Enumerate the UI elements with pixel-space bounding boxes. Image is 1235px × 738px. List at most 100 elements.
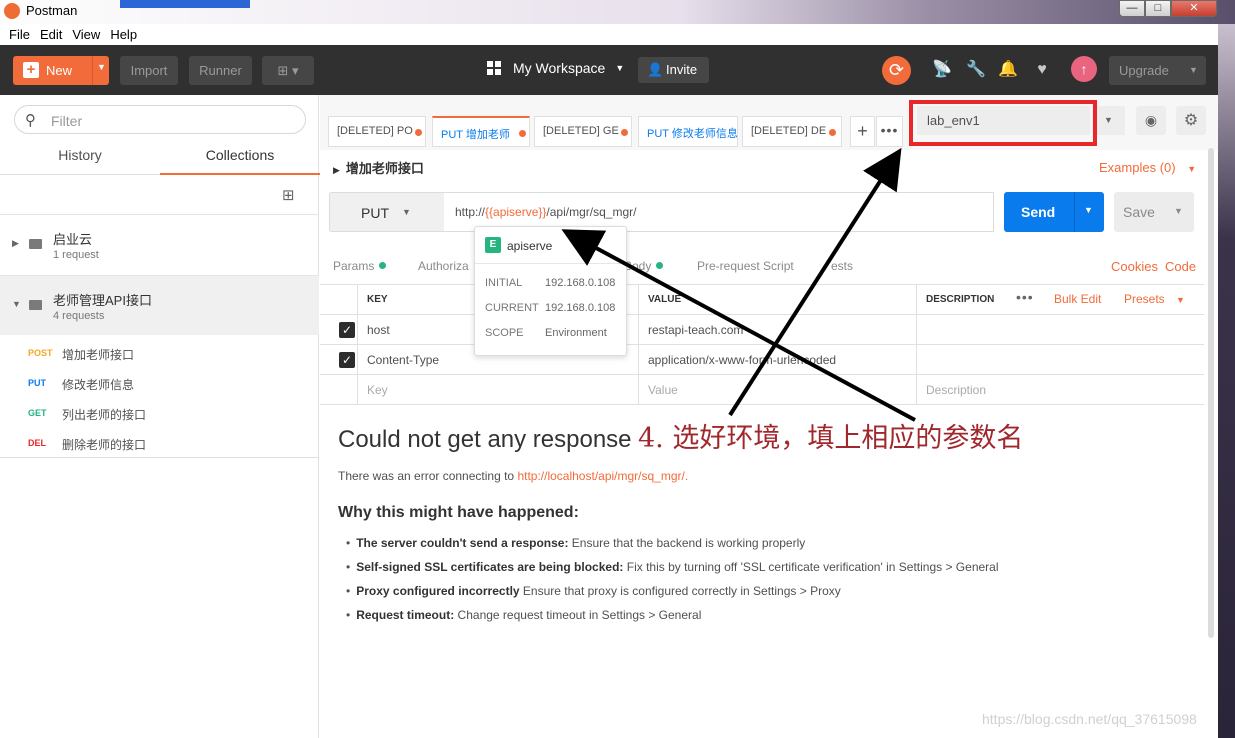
app-header: + New ▼ Import Runner ⊞ ▾ My Workspace ▼…: [0, 45, 1218, 95]
unsaved-dot-icon: [519, 130, 526, 137]
tab-pre-request-script[interactable]: Pre-request Script: [697, 259, 794, 273]
new-button[interactable]: + New ▼: [13, 56, 109, 85]
minimize-button[interactable]: —: [1119, 0, 1145, 17]
menu-file[interactable]: File: [9, 27, 30, 42]
request-tab[interactable]: PUT 修改老师信息: [638, 116, 738, 147]
request-tab-label: PUT 修改老师信息: [647, 128, 738, 140]
checkbox[interactable]: ✓: [339, 322, 355, 338]
chevron-down-icon[interactable]: ▼: [1174, 206, 1183, 216]
sync-icon[interactable]: ⟳: [882, 56, 911, 85]
new-value-input[interactable]: Value: [639, 375, 917, 405]
chevron-down-icon: ▼: [1189, 65, 1198, 75]
scrollbar[interactable]: [1208, 148, 1214, 638]
new-description-input[interactable]: Description: [917, 375, 1204, 405]
send-button[interactable]: Send ▼: [1004, 192, 1104, 232]
request-tab-label: [DELETED] DE: [751, 125, 827, 137]
new-collection-icon[interactable]: ⊞: [282, 186, 295, 204]
error-url-link[interactable]: http://localhost/api/mgr/sq_mgr/.: [517, 469, 688, 483]
folder-icon: [29, 239, 42, 249]
tab-history[interactable]: History: [0, 147, 160, 175]
new-key-input[interactable]: Key: [358, 375, 639, 405]
request-title[interactable]: ▶ 增加老师接口: [333, 158, 424, 177]
add-tab-button[interactable]: +: [850, 116, 875, 147]
postman-logo-icon: [4, 3, 20, 19]
import-button[interactable]: Import: [120, 56, 178, 85]
url-variable: {{apiserve}}: [485, 205, 547, 219]
tooltip-label: CURRENT: [485, 302, 539, 314]
request-item[interactable]: POST 增加老师接口: [0, 338, 319, 368]
method-dropdown[interactable]: PUT ▼: [329, 192, 445, 232]
workspace-label: My Workspace: [513, 60, 606, 76]
request-subtabs: Params Authoriza Body Pre-request Script…: [320, 250, 1210, 282]
request-tab[interactable]: [DELETED] DE: [742, 116, 842, 147]
chevron-down-icon[interactable]: ▼: [97, 62, 106, 72]
request-tab[interactable]: [DELETED] PO: [328, 116, 426, 147]
menu-edit[interactable]: Edit: [40, 27, 62, 42]
window-title: Postman: [26, 3, 78, 18]
request-name: 列出老师的接口: [62, 408, 147, 422]
menu-view[interactable]: View: [72, 27, 100, 42]
environment-badge-icon: E: [485, 237, 501, 253]
collection-item[interactable]: ▶ 启业云 1 request: [0, 214, 319, 274]
chevron-right-icon[interactable]: ▶: [12, 238, 19, 249]
plus-icon: +: [23, 62, 39, 78]
checkbox[interactable]: ✓: [339, 352, 355, 368]
bell-icon[interactable]: 🔔: [998, 60, 1018, 80]
chevron-down-icon: ▼: [1187, 164, 1197, 174]
tab-collections[interactable]: Collections: [160, 147, 320, 175]
request-item[interactable]: GET 列出老师的接口: [0, 398, 319, 428]
request-method: PUT: [28, 378, 46, 388]
runner-button[interactable]: Runner: [189, 56, 252, 85]
collection-item[interactable]: ▼ 老师管理API接口 4 requests: [0, 275, 319, 335]
background-window-strip: [120, 0, 250, 8]
new-button-label: New: [46, 63, 73, 78]
code-link[interactable]: Code: [1165, 259, 1196, 274]
request-item[interactable]: DEL 删除老师的接口: [0, 428, 319, 458]
save-label: Save: [1123, 204, 1155, 220]
param-value[interactable]: restapi-teach.com: [639, 315, 917, 345]
more-tabs-icon[interactable]: •••: [876, 116, 903, 147]
param-description[interactable]: [917, 345, 1204, 375]
request-name: 修改老师信息: [62, 378, 135, 392]
gear-icon[interactable]: ⚙: [1176, 106, 1206, 135]
chevron-down-icon: ▼: [1176, 295, 1185, 305]
tab-body[interactable]: Body: [624, 259, 664, 273]
wrench-icon[interactable]: 🔧: [966, 60, 986, 80]
save-button[interactable]: Save ▼: [1114, 192, 1194, 232]
invite-button[interactable]: 👤 Invite: [638, 57, 709, 83]
filter-input[interactable]: ⚲ Filter: [14, 105, 306, 134]
tab-params[interactable]: Params: [333, 259, 387, 273]
maximize-button[interactable]: □: [1145, 0, 1171, 17]
chevron-down-icon[interactable]: ▼: [12, 299, 21, 309]
param-value[interactable]: application/x-www-form-urlencoded: [639, 345, 917, 375]
cookies-link[interactable]: Cookies: [1111, 259, 1158, 274]
avatar[interactable]: ↑: [1071, 56, 1097, 82]
more-options-icon[interactable]: •••: [1016, 289, 1034, 305]
examples-dropdown[interactable]: Examples (0) ▼: [1099, 160, 1196, 175]
close-window-button[interactable]: ✕: [1171, 0, 1217, 17]
workspace-selector[interactable]: My Workspace ▼: [487, 60, 624, 76]
tab-authorization[interactable]: Authoriza: [418, 259, 469, 273]
satellite-icon[interactable]: 📡: [932, 60, 952, 80]
bulk-edit-link[interactable]: Bulk Edit: [1054, 292, 1101, 306]
response-error-message: There was an error connecting to http://…: [338, 469, 689, 483]
tab-tests[interactable]: ests: [831, 259, 853, 273]
param-description[interactable]: [917, 315, 1204, 345]
request-tab[interactable]: [DELETED] GE: [534, 116, 632, 147]
new-window-button[interactable]: ⊞ ▾: [262, 56, 314, 85]
menu-help[interactable]: Help: [110, 27, 137, 42]
filter-placeholder: Filter: [51, 113, 83, 129]
request-item[interactable]: PUT 修改老师信息: [0, 368, 319, 398]
heart-icon[interactable]: ♥: [1032, 60, 1052, 80]
chevron-down-icon[interactable]: ▼: [1084, 205, 1093, 215]
sidebar: ⚲ Filter History Collections ⊞ ▶ 启业云 1 r…: [0, 95, 320, 738]
collection-count: 4 requests: [53, 310, 105, 322]
tooltip-label: SCOPE: [485, 327, 524, 339]
search-icon: ⚲: [25, 112, 36, 129]
request-tab[interactable]: PUT 增加老师: [432, 116, 530, 147]
sidebar-tabs: History Collections: [0, 143, 320, 175]
request-title-text: 增加老师接口: [345, 161, 424, 176]
eye-icon[interactable]: ◉: [1136, 106, 1166, 135]
presets-dropdown[interactable]: Presets ▼: [1124, 292, 1185, 306]
upgrade-button[interactable]: Upgrade ▼: [1109, 56, 1206, 85]
